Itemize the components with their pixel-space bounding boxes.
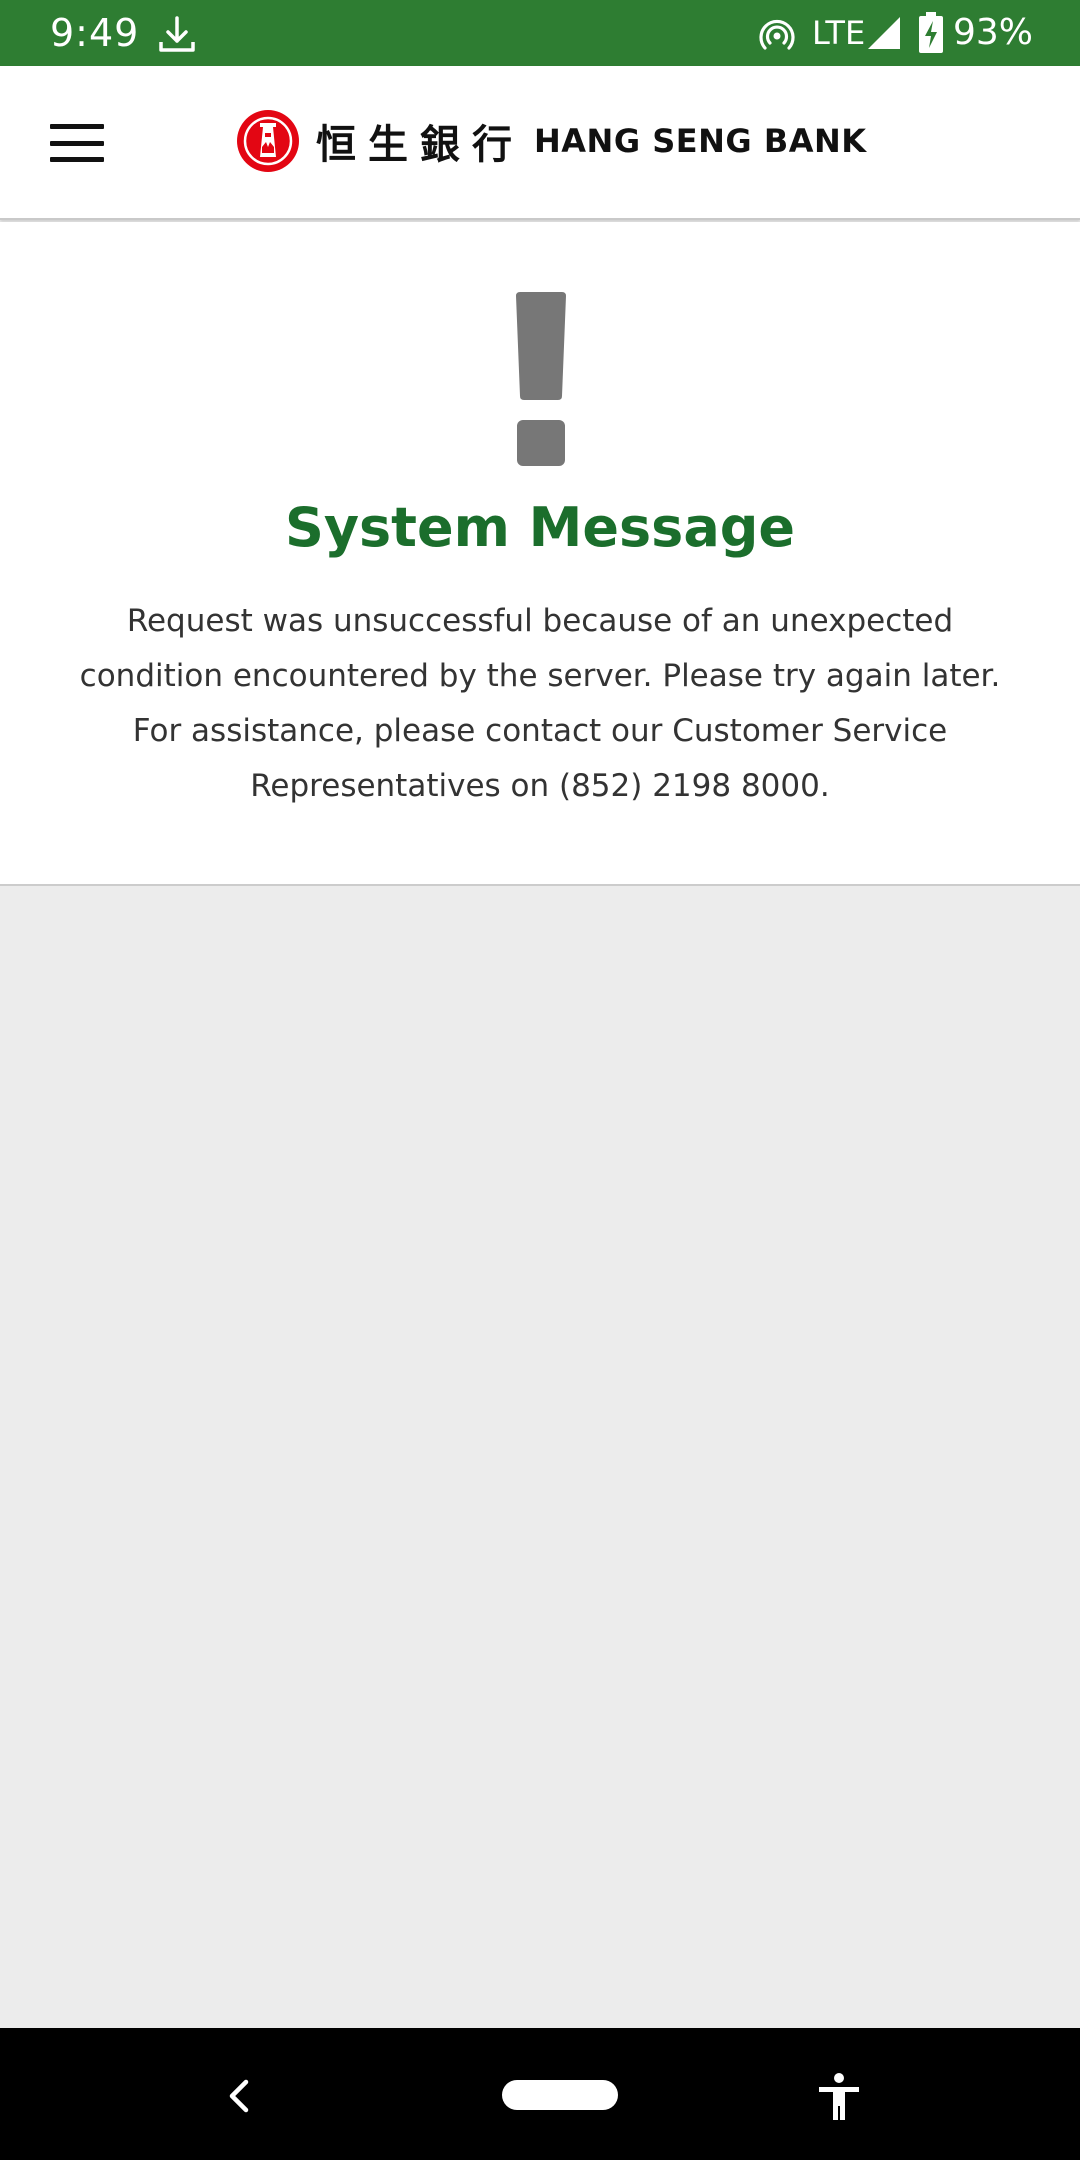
- back-icon[interactable]: [222, 2076, 256, 2116]
- logo-chinese-text: 恒生銀行: [316, 121, 524, 168]
- status-time: 9:49: [50, 11, 140, 55]
- empty-content-area: [0, 888, 1080, 2028]
- status-bar: 9:49 LTE 93%: [0, 0, 1080, 66]
- battery-charging-icon: [919, 12, 943, 53]
- download-icon: [159, 16, 195, 52]
- home-pill[interactable]: [502, 2080, 618, 2110]
- accessibility-icon[interactable]: [815, 2072, 863, 2122]
- network-type-label: LTE: [812, 14, 866, 52]
- system-message-card: System Message Request was unsuccessful …: [0, 222, 1080, 886]
- app-header: 恒生銀行 HANG SENG BANK: [0, 66, 1080, 220]
- logo-english-text: HANG SENG BANK: [534, 122, 867, 160]
- hang-seng-bank-logo[interactable]: 恒生銀行 HANG SENG BANK: [236, 108, 867, 174]
- hang-seng-emblem-icon: [237, 110, 299, 172]
- signal-icon: [868, 17, 900, 49]
- hamburger-menu-icon[interactable]: [44, 116, 110, 170]
- hotspot-icon: [759, 19, 795, 50]
- battery-percentage: 93%: [953, 12, 1034, 53]
- message-title: System Message: [284, 496, 796, 559]
- exclamation-icon: [516, 292, 566, 466]
- message-body: Request was unsuccessful because of an u…: [79, 603, 1001, 804]
- system-navigation-bar: [0, 2028, 1080, 2160]
